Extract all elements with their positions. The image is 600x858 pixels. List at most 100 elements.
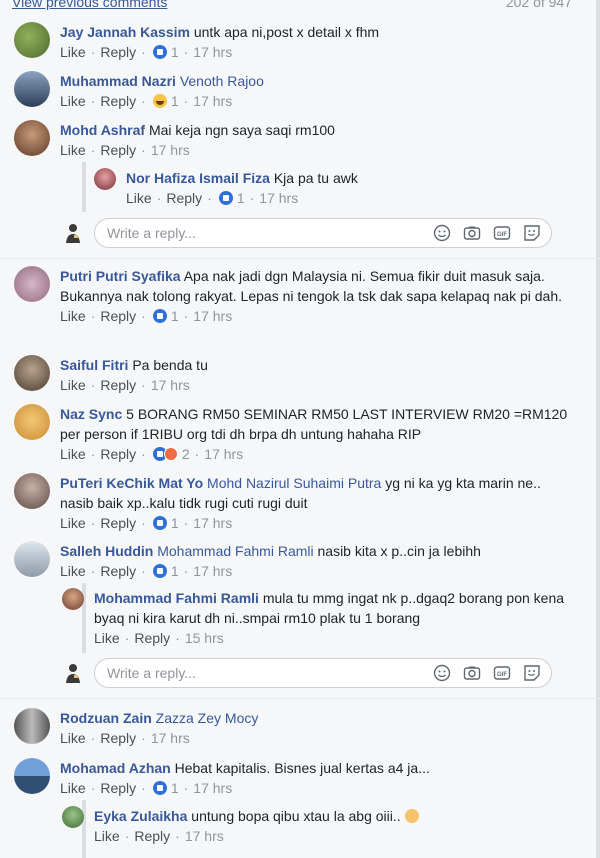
comment-author[interactable]: Salleh Huddin	[60, 543, 153, 559]
reaction-summary[interactable]: 1	[152, 562, 179, 580]
like-link[interactable]: Like	[60, 779, 86, 797]
comment-time[interactable]: 17 hrs	[193, 307, 232, 325]
emoji-icon[interactable]	[433, 664, 451, 682]
avatar[interactable]	[14, 473, 50, 509]
sticker-icon[interactable]	[523, 664, 541, 682]
avatar[interactable]	[14, 541, 50, 577]
reply-link[interactable]: Reply	[100, 445, 136, 463]
reply-link[interactable]: Reply	[100, 779, 136, 797]
sticker-icon[interactable]	[523, 224, 541, 242]
like-link[interactable]: Like	[60, 92, 86, 110]
reply-link[interactable]: Reply	[100, 92, 136, 110]
comment: Mohd Ashraf Mai keja ngn saya saqi rm100…	[14, 120, 570, 159]
reaction-summary[interactable]: 2	[152, 445, 190, 463]
comment-time[interactable]: 17 hrs	[193, 514, 232, 532]
tagged-user[interactable]: Venoth Rajoo	[180, 73, 264, 89]
write-reply-input[interactable]: Write a reply... GIF	[94, 658, 552, 688]
like-link[interactable]: Like	[60, 562, 86, 580]
comment-author[interactable]: Mohamad Azhan	[60, 760, 171, 776]
comment-author[interactable]: Jay Jannah Kassim	[60, 24, 190, 40]
reaction-summary[interactable]: 1	[152, 92, 179, 110]
like-link[interactable]: Like	[60, 307, 86, 325]
reply-link[interactable]: Reply	[100, 43, 136, 61]
avatar[interactable]	[62, 806, 84, 828]
gif-icon[interactable]: GIF	[493, 664, 511, 682]
comment-author[interactable]: Nor Hafiza Ismail Fiza	[126, 170, 270, 186]
like-link[interactable]: Like	[60, 43, 86, 61]
like-link[interactable]: Like	[94, 629, 120, 647]
comment-time[interactable]: 17 hrs	[151, 141, 190, 159]
comment-time[interactable]: 15 hrs	[185, 629, 224, 647]
comment-time[interactable]: 17 hrs	[193, 562, 232, 580]
tagged-user[interactable]: Zazza Zey Mocy	[156, 710, 259, 726]
reply-link[interactable]: Reply	[100, 562, 136, 580]
tagged-user[interactable]: Mohd Nazirul Suhaimi Putra	[207, 475, 381, 491]
gif-icon[interactable]: GIF	[493, 224, 511, 242]
comment-time[interactable]: 17 hrs	[151, 376, 190, 394]
camera-icon[interactable]	[463, 224, 481, 242]
comment: Salleh Huddin Mohammad Fahmi Ramli nasib…	[14, 541, 570, 580]
avatar[interactable]	[14, 355, 50, 391]
comment: Putri Putri Syafika Apa nak jadi dgn Mal…	[14, 266, 570, 325]
comment-author[interactable]: Eyka Zulaikha	[94, 808, 187, 824]
reply-link[interactable]: Reply	[134, 629, 170, 647]
comments-header: View previous comments 202 of 947	[0, 0, 600, 14]
avatar[interactable]	[94, 168, 116, 190]
like-reaction-icon	[152, 564, 167, 578]
reply-link[interactable]: Reply	[100, 729, 136, 747]
comment-author[interactable]: Muhammad Nazri	[60, 73, 176, 89]
like-reaction-icon	[218, 191, 233, 205]
comment-author[interactable]: Mohd Ashraf	[60, 122, 145, 138]
camera-icon[interactable]	[463, 664, 481, 682]
reply-thread-bar	[82, 162, 86, 212]
scrollbar[interactable]	[596, 0, 600, 858]
comment-author[interactable]: Saiful Fitri	[60, 357, 128, 373]
comment-author[interactable]: Mohammad Fahmi Ramli	[94, 590, 259, 606]
comment-time[interactable]: 17 hrs	[185, 827, 224, 845]
comment-author[interactable]: Rodzuan Zain	[60, 710, 152, 726]
reaction-summary[interactable]: 1	[152, 307, 179, 325]
write-reply-placeholder: Write a reply...	[107, 225, 196, 241]
reply-link[interactable]: Reply	[166, 189, 202, 207]
comment-time[interactable]: 17 hrs	[259, 189, 298, 207]
like-link[interactable]: Like	[94, 827, 120, 845]
like-link[interactable]: Like	[60, 445, 86, 463]
avatar[interactable]	[14, 708, 50, 744]
avatar[interactable]	[14, 71, 50, 107]
reaction-summary[interactable]: 1	[152, 43, 179, 61]
write-reply-row: Write a reply... GIF	[62, 658, 552, 688]
comment-time[interactable]: 17 hrs	[204, 445, 243, 463]
avatar[interactable]	[14, 22, 50, 58]
reply-link[interactable]: Reply	[100, 307, 136, 325]
like-link[interactable]: Like	[126, 189, 152, 207]
comment-time[interactable]: 17 hrs	[151, 729, 190, 747]
avatar[interactable]	[14, 758, 50, 794]
reaction-summary[interactable]: 1	[218, 189, 245, 207]
like-link[interactable]: Like	[60, 514, 86, 532]
like-link[interactable]: Like	[60, 729, 86, 747]
avatar[interactable]	[62, 588, 84, 610]
tagged-user[interactable]: Mohammad Fahmi Ramli	[157, 543, 313, 559]
comment-time[interactable]: 17 hrs	[193, 92, 232, 110]
avatar[interactable]	[14, 120, 50, 156]
like-link[interactable]: Like	[60, 376, 86, 394]
reply-link[interactable]: Reply	[100, 376, 136, 394]
divider	[0, 698, 600, 699]
reaction-summary[interactable]: 1	[152, 514, 179, 532]
reply-link[interactable]: Reply	[100, 141, 136, 159]
comment-author[interactable]: Putri Putri Syafika	[60, 268, 181, 284]
like-link[interactable]: Like	[60, 141, 86, 159]
comment-author[interactable]: Naz Sync	[60, 406, 122, 422]
comment-author[interactable]: PuTeri KeChik Mat Yo	[60, 475, 203, 491]
reply-link[interactable]: Reply	[100, 514, 136, 532]
avatar[interactable]	[14, 266, 50, 302]
write-reply-input[interactable]: Write a reply... GIF	[94, 218, 552, 248]
emoji-icon[interactable]	[433, 224, 451, 242]
reaction-summary[interactable]: 1	[152, 779, 179, 797]
view-previous-comments-link[interactable]: View previous comments	[12, 0, 167, 10]
comment-time[interactable]: 17 hrs	[193, 779, 232, 797]
reply-link[interactable]: Reply	[134, 827, 170, 845]
avatar[interactable]	[14, 404, 50, 440]
comment-time[interactable]: 17 hrs	[193, 43, 232, 61]
like-reaction-icon	[152, 45, 167, 59]
